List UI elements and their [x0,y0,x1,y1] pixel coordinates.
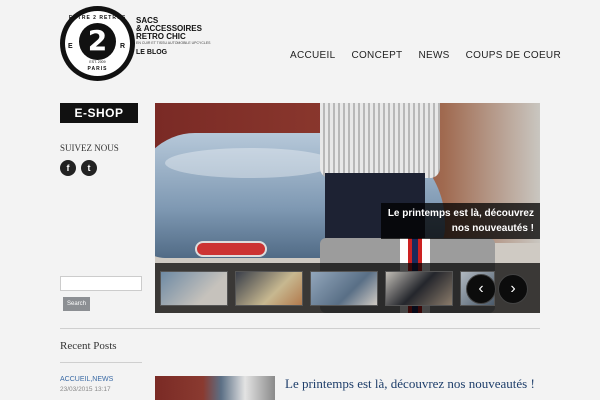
logo-ring-top-text: ENTRE 2 RETROS [68,15,127,21]
twitter-icon[interactable]: t [81,160,97,176]
nav-item-accueil[interactable]: ACCUEIL [290,50,335,61]
eshop-button[interactable]: E-SHOP [60,103,138,123]
recent-posts-heading: Recent Posts [60,340,117,352]
search-button[interactable]: Search [63,297,90,311]
logo-inner-circle: 2 [79,23,116,60]
brand-blog-label: LE BLOG [136,49,168,56]
logo-number: 2 [87,24,108,57]
slider-thumbnail[interactable] [160,271,228,306]
logo-right-letter: R [120,43,126,50]
social-links: f t [60,160,97,176]
recent-post-date: 23/03/2015 13:17 [60,386,111,393]
post-thumbnail[interactable] [155,376,275,400]
nav-item-concept[interactable]: CONCEPT [351,50,402,61]
follow-us-heading: SUIVEZ NOUS [60,143,119,153]
slide-caption-line-2: nos nouveautés ! [451,223,534,234]
search-input[interactable] [60,276,142,291]
slider-thumbnail[interactable] [385,271,453,306]
slider-prev-button[interactable]: ‹ [466,274,496,304]
hero-slider[interactable]: Le printemps est là, découvrez nos nouve… [155,103,540,313]
brand-text: SACS & ACCESSOIRES RETRO CHIC EN CUIR ET… [136,17,226,57]
logo-ring-bottom-text: PARIS [87,66,108,72]
main-nav: ACCUEIL CONCEPT NEWS COUPS DE COEUR [290,50,561,61]
logo-ring: ENTRE 2 RETROS 2 E R EST. 2009 PARIS [65,11,130,76]
chevron-right-icon: › [510,280,516,297]
slide-car-shine [165,148,335,178]
slide-caption[interactable]: Le printemps est là, découvrez nos nouve… [381,203,540,239]
chevron-left-icon: ‹ [478,280,484,297]
slide-person-shirt [320,103,440,178]
slider-next-button[interactable]: › [498,274,528,304]
brand-tagline: EN CUIR ET TISSU AUTOMOBILE UPCYCLES [136,41,211,45]
nav-item-coups-de-coeur[interactable]: COUPS DE COEUR [466,50,561,61]
logo-left-letter: E [68,43,73,50]
slider-thumbnail[interactable] [310,271,378,306]
slider-thumbnail[interactable] [235,271,303,306]
slide-car-taillight [195,241,267,257]
site-logo[interactable]: ENTRE 2 RETROS 2 E R EST. 2009 PARIS [60,6,135,81]
nav-item-news[interactable]: NEWS [418,50,449,61]
logo-established: EST. 2009 [89,60,106,64]
facebook-icon[interactable]: f [60,160,76,176]
slide-caption-line-1: Le printemps est là, découvrez [387,208,534,219]
post-title-link[interactable]: Le printemps est là, découvrez nos nouve… [285,376,535,392]
section-divider [60,328,540,329]
recent-post-category-link[interactable]: ACCUEIL,NEWS [60,376,113,383]
brand-line-3: RETRO CHIC [136,32,186,41]
recent-posts-divider [60,362,142,363]
